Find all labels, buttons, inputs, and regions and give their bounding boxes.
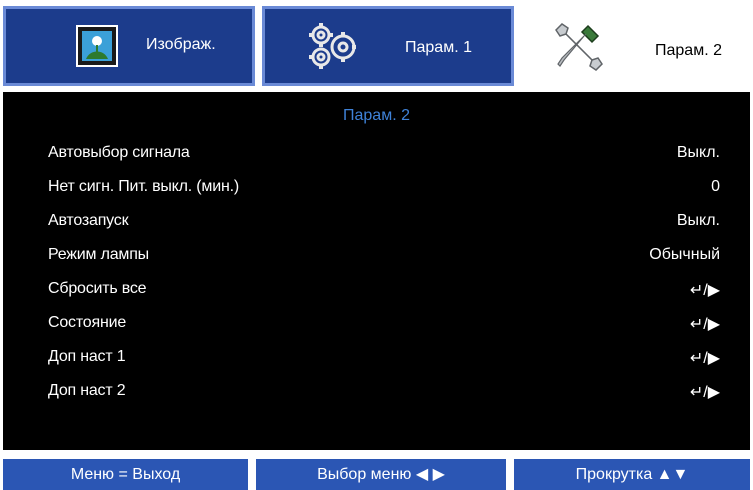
tab-settings-2[interactable]: Парам. 2 [520,0,750,92]
enter-arrow-icon: ↵/▶ [689,384,720,401]
enter-arrow-icon: ↵/▶ [689,350,720,367]
tab-image-label: Изображ. [146,36,216,53]
tab-settings-1[interactable]: Парам. 1 [262,6,514,86]
row-label: Режим лампы [48,246,149,263]
row-label: Сбросить все [48,280,147,297]
hint-select: Выбор меню ◀ ▶ [256,459,506,490]
enter-arrow-icon: ↵/▶ [689,316,720,333]
row-label: Доп наст 2 [48,382,126,399]
image-icon [76,25,118,67]
tab-image[interactable]: Изображ. [3,6,255,86]
row-label: Нет сигн. Пит. выкл. (мин.) [48,178,239,195]
menu-row-lamp-mode[interactable]: Режим лампы Обычный [48,246,720,272]
row-value: Выкл. [676,144,720,161]
enter-arrow-icon: ↵/▶ [689,282,720,299]
menu-row-auto-source[interactable]: Автовыбор сигнала Выкл. [48,144,720,170]
hint-scroll: Прокрутка ▲▼ [514,459,750,490]
gears-icon [305,21,359,71]
tab-settings-2-label: Парам. 2 [655,42,722,59]
row-value: 0 [711,178,720,195]
row-label: Состояние [48,314,127,331]
hint-exit: Меню = Выход [3,459,248,490]
tools-icon [548,20,608,74]
panel-title: Парам. 2 [343,107,410,124]
row-value: Обычный [649,246,720,263]
menu-row-auto-power-on[interactable]: Автозапуск Выкл. [48,212,720,238]
menu-row-no-signal-power-off[interactable]: Нет сигн. Пит. выкл. (мин.) 0 [48,178,720,204]
row-value: Выкл. [676,212,720,229]
settings-panel: Парам. 2 Автовыбор сигнала Выкл. Нет сиг… [3,92,750,450]
row-label: Автовыбор сигнала [48,144,190,161]
menu-row-reset-all[interactable]: Сбросить все ↵/▶ [48,280,720,306]
row-label: Автозапуск [48,212,129,229]
tab-settings-1-label: Парам. 1 [405,39,472,56]
menu-row-advanced-1[interactable]: Доп наст 1 ↵/▶ [48,348,720,374]
menu-row-status[interactable]: Состояние ↵/▶ [48,314,720,340]
menu-row-advanced-2[interactable]: Доп наст 2 ↵/▶ [48,382,720,408]
row-label: Доп наст 1 [48,348,126,365]
